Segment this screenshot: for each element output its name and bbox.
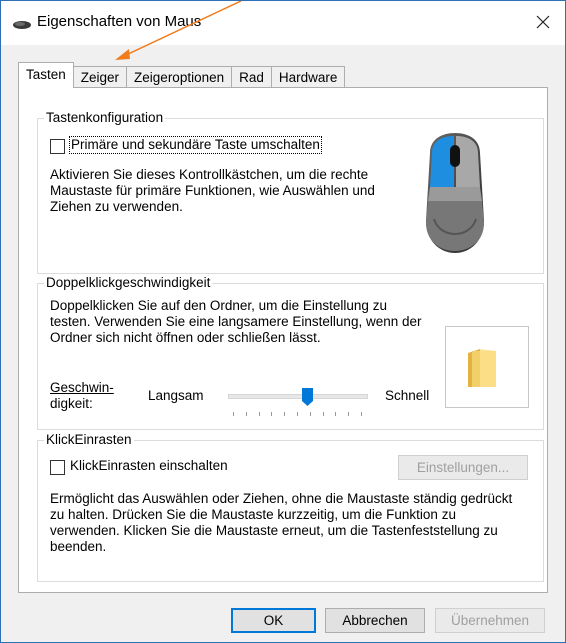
slider-tick <box>284 412 286 416</box>
slider-tick <box>335 412 337 416</box>
group-title-button-config: Tastenkonfiguration <box>44 110 166 126</box>
tab-tasten[interactable]: Tasten <box>18 62 74 88</box>
tab-hardware[interactable]: Hardware <box>270 66 346 88</box>
mouse-properties-dialog: Eigenschaften von Maus Tasten Zeiger Zei… <box>0 0 566 643</box>
slider-tick <box>233 412 234 416</box>
mouse-illustration-icon <box>418 131 492 258</box>
folder-icon <box>466 347 498 392</box>
cancel-button[interactable]: Abbrechen <box>325 608 425 633</box>
swap-buttons-label[interactable]: Primäre und sekundäre Taste umschalten <box>69 136 322 154</box>
group-title-click-lock: KlickEinrasten <box>44 432 134 448</box>
close-icon <box>536 15 550 32</box>
slider-tick <box>271 412 273 416</box>
slider-tick <box>258 412 260 416</box>
speed-label-line2: digkeit: <box>50 396 93 411</box>
mouse-icon <box>12 18 32 33</box>
apply-button[interactable]: Übernehmen <box>435 608 545 633</box>
test-folder-box[interactable] <box>445 326 529 408</box>
swap-buttons-description: Aktivieren Sie dieses Kontrollkästchen, … <box>50 167 375 214</box>
slider-ticks <box>228 412 366 417</box>
ok-button[interactable]: OK <box>231 608 316 633</box>
click-lock-label[interactable]: KlickEinrasten einschalten <box>70 458 228 474</box>
speed-label: Geschwin- digkeit: <box>50 380 114 412</box>
fast-label: Schnell <box>385 388 430 403</box>
title-bar[interactable]: Eigenschaften von Maus <box>1 1 565 45</box>
slider-tick <box>297 412 298 416</box>
click-lock-description: Ermöglicht das Auswählen oder Ziehen, oh… <box>50 491 513 554</box>
click-lock-settings-button[interactable]: Einstellungen... <box>398 455 528 480</box>
double-click-speed-group: Doppelklickgeschwindigkeit Doppelklicken… <box>37 275 544 430</box>
slider-tick <box>322 412 324 416</box>
tab-zeiger[interactable]: Zeiger <box>72 66 128 88</box>
double-click-speed-slider[interactable] <box>228 388 368 418</box>
click-lock-group: KlickEinrasten KlickEinrasten einschalte… <box>37 432 544 582</box>
slider-tick <box>245 412 247 416</box>
tab-rad[interactable]: Rad <box>231 66 272 88</box>
window-title: Eigenschaften von Maus <box>37 13 202 30</box>
slider-tick <box>361 412 362 416</box>
slider-tick <box>309 412 311 416</box>
tab-zeigeroptionen[interactable]: Zeigeroptionen <box>126 66 233 88</box>
slow-label: Langsam <box>148 388 204 403</box>
slider-tick <box>348 412 350 416</box>
slider-thumb[interactable] <box>301 388 313 406</box>
double-click-description: Doppelklicken Sie auf den Ordner, um die… <box>50 298 422 345</box>
speed-label-line1: Geschwin- <box>50 380 114 395</box>
click-lock-checkbox[interactable] <box>50 460 65 475</box>
swap-buttons-checkbox[interactable] <box>50 139 65 154</box>
tab-strip: Tasten Zeiger Zeigeroptionen Rad Hardwar… <box>18 62 346 88</box>
slider-track <box>228 394 368 399</box>
close-button[interactable] <box>521 1 565 45</box>
tab-panel-tasten: Tastenkonfiguration Primäre und sekundär… <box>18 87 548 593</box>
group-title-double-click: Doppelklickgeschwindigkeit <box>44 275 213 291</box>
button-configuration-group: Tastenkonfiguration Primäre und sekundär… <box>37 110 544 274</box>
